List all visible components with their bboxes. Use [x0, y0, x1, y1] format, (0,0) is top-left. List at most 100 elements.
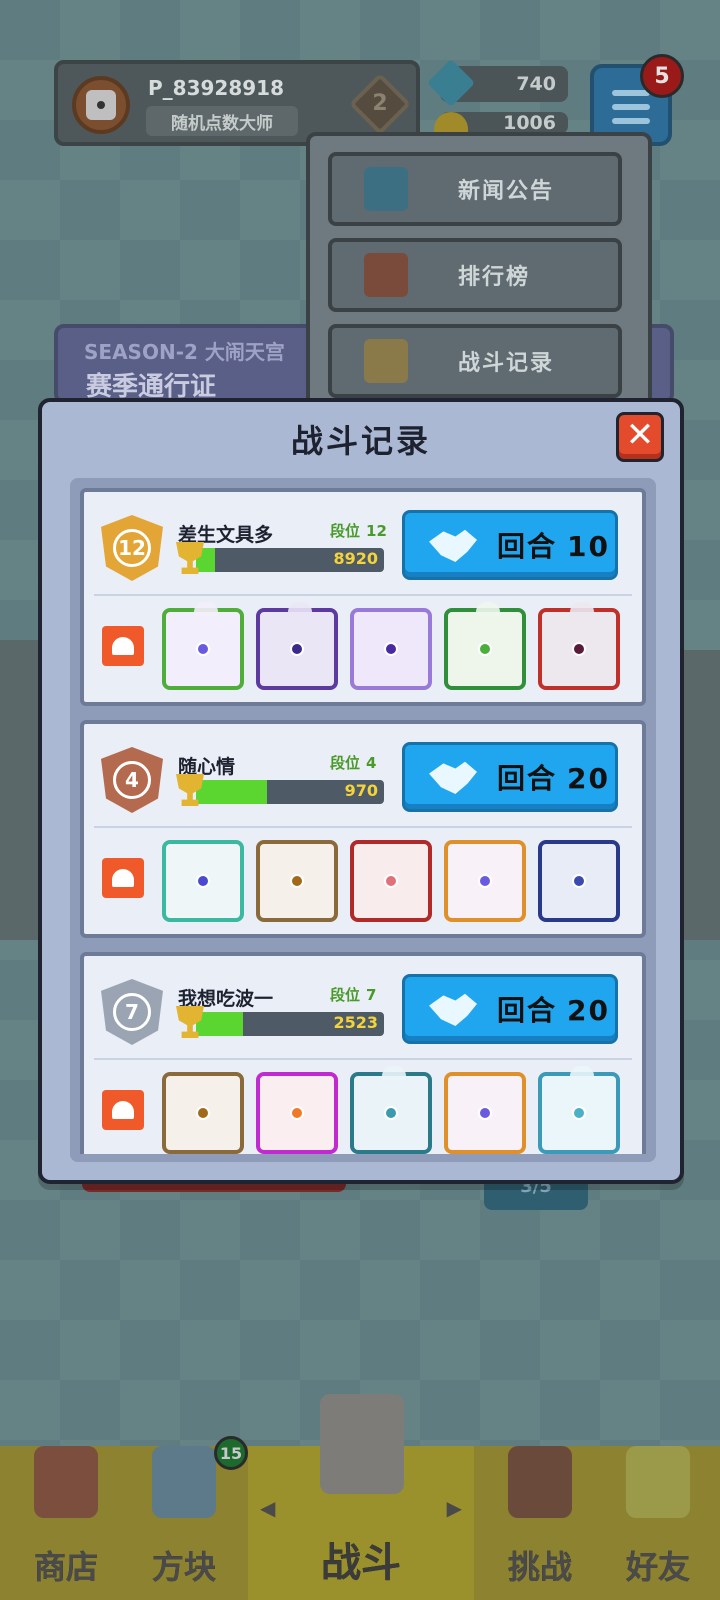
tier-label: 段位 7	[330, 984, 376, 1005]
trophy-progress-bar: 970	[196, 780, 384, 804]
handshake-icon	[429, 529, 477, 562]
die-pip	[290, 1106, 304, 1120]
menu-line-icon	[612, 118, 650, 124]
menu-item-leaderboard[interactable]: 排行榜	[328, 238, 622, 312]
report-siren-button[interactable]	[102, 626, 144, 666]
gear-die-icon[interactable]	[538, 840, 620, 922]
battle-record-list[interactable]: 12 差生文具多 段位 12 8920 回合 10 4 随心情 段位 4 970…	[70, 478, 656, 1162]
rounds-label: 回合 20	[497, 757, 610, 797]
background-panel-left	[0, 640, 40, 940]
tier-label: 段位 12	[330, 520, 387, 541]
mystery-die-icon[interactable]	[162, 1072, 244, 1154]
nav-right-arrow-icon[interactable]: ▶	[447, 1496, 462, 1520]
trophy-progress-fill	[196, 1012, 243, 1036]
report-siren-button[interactable]	[102, 858, 144, 898]
whirlwind-dragon-die-icon[interactable]	[350, 1066, 432, 1154]
nav-left-arrow-icon[interactable]: ◀	[260, 1496, 275, 1520]
tier-text: 段位	[330, 986, 361, 1004]
challenge-icon	[508, 1446, 572, 1518]
rank-badge-icon: 7	[100, 976, 164, 1048]
battle-record-card[interactable]: 7 我想吃波一 段位 7 2523 回合 20	[80, 952, 646, 1162]
die-pip	[290, 642, 304, 656]
rounds-text: 回合	[497, 762, 558, 795]
growth-die-icon[interactable]	[162, 840, 244, 922]
rounds-value: 20	[567, 762, 610, 795]
rainbow-die-icon[interactable]	[444, 1072, 526, 1154]
ice-dragon-die-icon[interactable]	[538, 1066, 620, 1154]
player-title-badge: 随机点数大师	[146, 106, 298, 136]
lightning-die-icon[interactable]	[350, 608, 432, 690]
handshake-icon	[429, 993, 477, 1026]
rank-badge-icon: 4	[100, 744, 164, 816]
monitor-icon	[364, 167, 408, 211]
rounds-value: 10	[567, 530, 610, 563]
rank-number: 4	[113, 761, 151, 799]
menu-item-label: 排行榜	[458, 265, 531, 290]
divider	[94, 594, 632, 596]
menu-item-label: 新闻公告	[458, 179, 555, 204]
nav-friends[interactable]: 好友	[598, 1446, 718, 1600]
die-pip	[384, 1106, 398, 1120]
player-avatar	[72, 76, 130, 134]
nav-challenge[interactable]: 挑战	[480, 1446, 600, 1600]
purple-dragon-die-icon[interactable]	[256, 602, 338, 690]
rank-number: 12	[113, 529, 151, 567]
rank-number: 7	[113, 993, 151, 1031]
vortex-dragon-die-icon[interactable]	[538, 602, 620, 690]
rounds-button[interactable]: 回合 20	[402, 742, 618, 812]
menu-line-icon	[612, 104, 650, 110]
rounds-label: 回合 10	[497, 525, 610, 565]
background-panel-right	[680, 650, 720, 940]
nav-label: 方块	[151, 1548, 216, 1586]
player-id: P_83928918	[148, 76, 284, 100]
rounds-value: 20	[567, 994, 610, 1027]
season-name: SEASON-2 大闹天宫	[84, 340, 285, 364]
die-pip	[572, 1106, 586, 1120]
deck-dice-row	[162, 840, 620, 924]
player-rank-level: 2	[372, 91, 388, 116]
rounds-text: 回合	[497, 530, 558, 563]
nav-battle[interactable]: ◀ ▶ 战斗	[248, 1394, 474, 1600]
die-pip	[196, 874, 210, 888]
menu-item-news[interactable]: 新闻公告	[328, 152, 622, 226]
handshake-icon	[429, 761, 477, 794]
record-container: 12 差生文具多 段位 12 8920 回合 10 4 随心情 段位 4 970…	[80, 488, 646, 1162]
trophy-progress-fill	[196, 780, 268, 804]
main-menu-dropdown: 新闻公告 排行榜 战斗记录	[306, 132, 652, 412]
deck-dice-row	[162, 602, 620, 692]
infinity-dragon-die-icon[interactable]	[162, 602, 244, 690]
battle-record-card[interactable]: 12 差生文具多 段位 12 8920 回合 10	[80, 488, 646, 706]
green-dragon-die-icon[interactable]	[444, 602, 526, 690]
leaderboard-icon	[364, 253, 408, 297]
die-pip	[572, 874, 586, 888]
die-pip	[478, 642, 492, 656]
report-siren-button[interactable]	[102, 1090, 144, 1130]
battle-record-card[interactable]: 4 随心情 段位 4 970 回合 20	[80, 720, 646, 938]
rank-shield: 12	[101, 515, 163, 581]
battle-shield-icon	[320, 1394, 404, 1494]
rainbow-die-icon[interactable]	[444, 840, 526, 922]
dice-box-icon	[152, 1446, 216, 1518]
trophy-count: 8920	[333, 549, 378, 568]
die-pip	[478, 874, 492, 888]
menu-item-battle-record[interactable]: 战斗记录	[328, 324, 622, 398]
rounds-button[interactable]: 回合 20	[402, 974, 618, 1044]
crack-die-icon[interactable]	[350, 840, 432, 922]
sun-die-icon[interactable]	[256, 1072, 338, 1154]
list-bottom-edge	[70, 1154, 656, 1162]
nav-label: 挑战	[507, 1548, 572, 1586]
nav-shop[interactable]: 商店	[6, 1446, 126, 1600]
tier-text: 段位	[330, 522, 361, 540]
trophy-progress-bar: 2523	[196, 1012, 384, 1036]
rounds-button[interactable]: 回合 10	[402, 510, 618, 580]
nav-label: 商店	[33, 1548, 98, 1586]
modal-title: 战斗记录	[290, 422, 431, 460]
shop-icon	[34, 1446, 98, 1518]
trophy-count: 970	[344, 781, 378, 800]
die-pip	[384, 874, 398, 888]
rank-shield: 4	[101, 747, 163, 813]
close-button[interactable]: ✕	[616, 412, 664, 462]
mystery-die-icon[interactable]	[256, 840, 338, 922]
nav-label: 好友	[625, 1548, 690, 1586]
trophy-progress-bar: 8920	[196, 548, 384, 572]
